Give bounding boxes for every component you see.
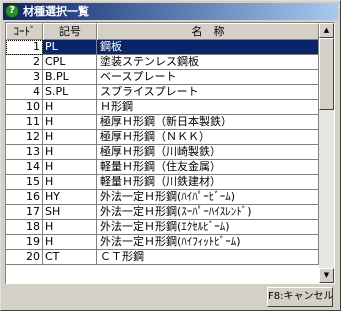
- window-title: 材種選択一覧: [23, 5, 89, 18]
- column-header-name[interactable]: 名 称: [97, 23, 319, 40]
- table-row[interactable]: 1 PL 鋼板: [6, 40, 319, 55]
- column-header-code[interactable]: ｺｰﾄﾞ: [6, 23, 43, 40]
- cell-symbol: H: [43, 100, 97, 115]
- cell-code: 11: [6, 115, 43, 130]
- table-row[interactable]: 16 HY 外法一定Ｈ形鋼(ﾊｲﾊﾟｰﾋﾞｰﾑ): [6, 190, 319, 205]
- table-row[interactable]: 18 H 外法一定Ｈ形鋼(ｴｸｾﾙﾋﾞｰﾑ): [6, 220, 319, 235]
- cell-name: ＣＴ形鋼: [97, 250, 319, 265]
- cell-code: 2: [6, 55, 43, 70]
- cell-symbol: H: [43, 145, 97, 160]
- grid-header: ｺｰﾄﾞ 記号 名 称: [6, 23, 319, 40]
- cell-symbol: PL: [43, 40, 97, 55]
- cell-symbol: H: [43, 130, 97, 145]
- cell-code: 1: [6, 40, 43, 55]
- vertical-scrollbar[interactable]: ▲ ▼: [319, 23, 334, 283]
- table-row[interactable]: 4 S.PL スプライスプレート: [6, 85, 319, 100]
- cell-symbol: HY: [43, 190, 97, 205]
- cell-name: 極厚Ｈ形鋼（新日本製鉄）: [97, 115, 319, 130]
- title-bar: ? 材種選択一覧: [3, 3, 338, 20]
- cell-code: 20: [6, 250, 43, 265]
- cell-code: 13: [6, 145, 43, 160]
- cell-symbol: S.PL: [43, 85, 97, 100]
- scroll-thumb[interactable]: [319, 38, 334, 110]
- cell-code: 10: [6, 100, 43, 115]
- table-row[interactable]: 19 H 外法一定Ｈ形鋼(ﾊｲﾌｨｯﾄﾋﾞｰﾑ): [6, 235, 319, 250]
- scroll-down-icon[interactable]: ▼: [319, 268, 334, 283]
- table-row[interactable]: 14 H 軽量Ｈ形鋼（住友金属）: [6, 160, 319, 175]
- table-row[interactable]: 10 H Ｈ形鋼: [6, 100, 319, 115]
- cell-name: 軽量Ｈ形鋼（住友金属）: [97, 160, 319, 175]
- cancel-button[interactable]: F8:キャンセル: [267, 287, 333, 307]
- cell-code: 19: [6, 235, 43, 250]
- table-row[interactable]: 20 CT ＣＴ形鋼: [6, 250, 319, 265]
- cell-name: ベースプレート: [97, 70, 319, 85]
- table-row[interactable]: 15 H 軽量Ｈ形鋼（川鉄建材）: [6, 175, 319, 190]
- cell-name: 鋼板: [97, 40, 319, 55]
- cell-symbol: CPL: [43, 55, 97, 70]
- cell-code: 3: [6, 70, 43, 85]
- cell-name: 外法一定Ｈ形鋼(ｽｰﾊﾟｰﾊｲｽﾚﾝﾄﾞ): [97, 205, 319, 220]
- cell-symbol: CT: [43, 250, 97, 265]
- cell-name: 塗装ステンレス鋼板: [97, 55, 319, 70]
- cell-symbol: H: [43, 235, 97, 250]
- table-row[interactable]: 11 H 極厚Ｈ形鋼（新日本製鉄）: [6, 115, 319, 130]
- table-row[interactable]: 17 SH 外法一定Ｈ形鋼(ｽｰﾊﾟｰﾊｲｽﾚﾝﾄﾞ): [6, 205, 319, 220]
- cell-name: 外法一定Ｈ形鋼(ﾊｲﾊﾟｰﾋﾞｰﾑ): [97, 190, 319, 205]
- help-icon[interactable]: ?: [5, 4, 19, 18]
- table-row[interactable]: 12 H 極厚Ｈ形鋼（ＮＫＫ）: [6, 130, 319, 145]
- cell-code: 14: [6, 160, 43, 175]
- cell-symbol: H: [43, 220, 97, 235]
- column-header-symbol[interactable]: 記号: [43, 23, 97, 40]
- cell-code: 15: [6, 175, 43, 190]
- scroll-up-icon[interactable]: ▲: [319, 23, 334, 38]
- cell-name: 軽量Ｈ形鋼（川鉄建材）: [97, 175, 319, 190]
- cell-name: Ｈ形鋼: [97, 100, 319, 115]
- table-row[interactable]: 2 CPL 塗装ステンレス鋼板: [6, 55, 319, 70]
- cell-symbol: SH: [43, 205, 97, 220]
- cell-code: 17: [6, 205, 43, 220]
- cell-code: 18: [6, 220, 43, 235]
- cell-name: 極厚Ｈ形鋼（ＮＫＫ）: [97, 130, 319, 145]
- cell-symbol: H: [43, 160, 97, 175]
- cell-symbol: H: [43, 175, 97, 190]
- cell-name: スプライスプレート: [97, 85, 319, 100]
- material-select-window: ? 材種選択一覧 ｺｰﾄﾞ 記号 名 称 1 PL 鋼板 2 CPL 塗装ステンレス鋼板 3…: [0, 0, 341, 311]
- cell-symbol: H: [43, 115, 97, 130]
- cell-symbol: B.PL: [43, 70, 97, 85]
- material-grid: ｺｰﾄﾞ 記号 名 称 1 PL 鋼板 2 CPL 塗装ステンレス鋼板 3 B.PL ベースプレ…: [5, 22, 335, 284]
- table-row[interactable]: 3 B.PL ベースプレート: [6, 70, 319, 85]
- table-row[interactable]: 13 H 極厚Ｈ形鋼（川崎製鉄）: [6, 145, 319, 160]
- cell-name: 外法一定Ｈ形鋼(ﾊｲﾌｨｯﾄﾋﾞｰﾑ): [97, 235, 319, 250]
- cell-name: 外法一定Ｈ形鋼(ｴｸｾﾙﾋﾞｰﾑ): [97, 220, 319, 235]
- cell-name: 極厚Ｈ形鋼（川崎製鉄）: [97, 145, 319, 160]
- cell-code: 4: [6, 85, 43, 100]
- cell-code: 16: [6, 190, 43, 205]
- cell-code: 12: [6, 130, 43, 145]
